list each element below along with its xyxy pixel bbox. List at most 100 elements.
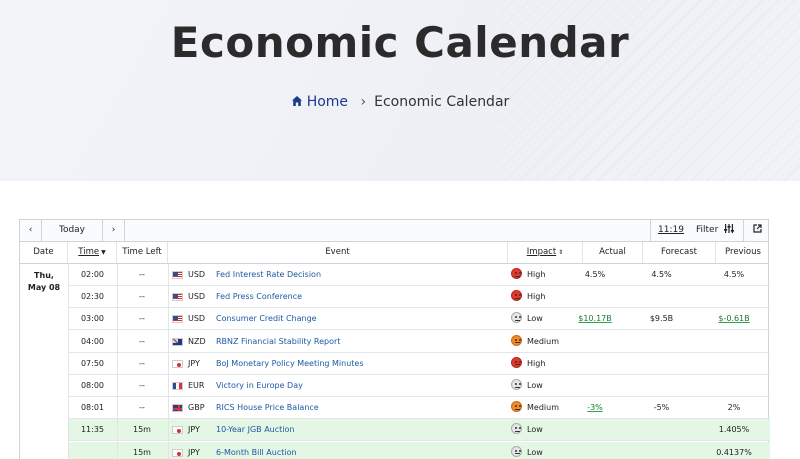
table-row[interactable]: 02:00 -- USD Fed Interest Rate Decision High… bbox=[68, 264, 770, 286]
table-row[interactable]: 07:50 -- JPY BoJ Monetary Policy Meeting Mi… bbox=[68, 353, 770, 375]
event-time: 04:00 bbox=[80, 336, 105, 346]
impact-high-icon bbox=[511, 356, 522, 368]
impact-label: Low bbox=[527, 425, 543, 435]
col-actual: Actual bbox=[583, 242, 643, 263]
previous-value bbox=[698, 353, 770, 375]
impact-indicator: Low bbox=[511, 308, 566, 330]
impact-low-icon bbox=[511, 312, 522, 324]
forecast-value bbox=[625, 331, 698, 353]
table-row[interactable]: 08:00 -- EUR Victory in Europe Day Low bbox=[68, 375, 770, 397]
currency-code: USD bbox=[188, 314, 206, 324]
table-row[interactable]: 02:30 -- USD Fed Press Conference High bbox=[68, 286, 770, 309]
event-link[interactable]: Consumer Credit Change bbox=[216, 308, 508, 330]
flag-icon bbox=[172, 359, 183, 368]
usd-flag-icon bbox=[172, 271, 183, 279]
table-row[interactable]: 11:35 15m JPY 10-Year JGB Auction Low 1.405% bbox=[68, 419, 770, 442]
toolbar-divider bbox=[650, 220, 651, 241]
previous-value bbox=[698, 375, 770, 397]
flag-icon bbox=[172, 448, 183, 457]
currency-code: JPY bbox=[188, 425, 200, 435]
impact-label: High bbox=[527, 270, 546, 279]
impact-indicator: High bbox=[511, 264, 566, 286]
flag-icon bbox=[172, 271, 183, 279]
currency-code: USD bbox=[188, 270, 206, 279]
col-divider bbox=[168, 264, 169, 459]
col-forecast: Forecast bbox=[643, 242, 716, 263]
home-icon bbox=[291, 96, 302, 106]
event-time: 07:50 bbox=[80, 358, 105, 368]
previous-value: 0.4137% bbox=[716, 447, 752, 457]
chevron-right-icon: › bbox=[111, 225, 116, 235]
jpy-flag-icon bbox=[172, 448, 183, 457]
event-link[interactable]: Fed Press Conference bbox=[216, 286, 508, 308]
flag-icon bbox=[172, 315, 183, 324]
col-previous: Previous bbox=[725, 247, 761, 257]
col-impact[interactable]: Impact ⇕ bbox=[508, 242, 583, 263]
actual-value: 4.5% bbox=[584, 270, 606, 279]
actual-value bbox=[565, 353, 625, 375]
table-row[interactable]: 03:00 -- USD Consumer Credit Change Low $10.1… bbox=[68, 308, 770, 331]
flag-icon bbox=[172, 404, 183, 413]
eur-flag-icon bbox=[172, 382, 183, 390]
impact-indicator: High bbox=[511, 353, 566, 375]
prev-day-button[interactable]: ‹ bbox=[20, 220, 42, 241]
usd-flag-icon bbox=[172, 315, 183, 324]
col-time-label: Time bbox=[78, 247, 100, 257]
event-time: 03:00 bbox=[80, 314, 105, 324]
currency-code: USD bbox=[188, 292, 206, 302]
sliders-icon bbox=[724, 224, 735, 233]
breadcrumb-current: Economic Calendar bbox=[374, 94, 510, 110]
sort-toggle-icon: ⇕ bbox=[558, 249, 564, 256]
event-link[interactable]: 6-Month Bill Auction bbox=[216, 442, 508, 459]
filter-button[interactable]: Filter bbox=[696, 220, 735, 241]
date-group: Thu, May 08 bbox=[20, 264, 68, 294]
current-time-button[interactable]: 11:19 bbox=[658, 220, 684, 241]
actual-value bbox=[565, 331, 625, 353]
impact-label: Low bbox=[527, 381, 543, 390]
event-time: 02:00 bbox=[80, 270, 105, 279]
table-row[interactable]: 08:01 -- GBP RICS House Price Balance Medium… bbox=[68, 397, 770, 420]
table-row[interactable]: 15m JPY 6-Month Bill Auction Low 0.4137% bbox=[68, 441, 770, 459]
event-link[interactable]: BoJ Monetary Policy Meeting Minutes bbox=[216, 353, 508, 375]
forecast-value bbox=[625, 286, 698, 308]
actual-value bbox=[565, 286, 625, 308]
impact-indicator: Medium bbox=[511, 397, 566, 419]
impact-low-icon bbox=[511, 445, 522, 457]
event-link[interactable]: 10-Year JGB Auction bbox=[216, 419, 508, 441]
forecast-value: -5% bbox=[653, 403, 670, 413]
table-row[interactable]: 04:00 -- NZD RBNZ Financial Stability Repor… bbox=[68, 331, 770, 353]
gbp-flag-icon bbox=[172, 404, 183, 413]
sort-down-icon: ▼ bbox=[101, 249, 106, 256]
event-link[interactable]: RBNZ Financial Stability Report bbox=[216, 331, 508, 353]
event-time: 02:30 bbox=[80, 292, 105, 302]
next-day-button[interactable]: › bbox=[103, 220, 125, 241]
time-left: -- bbox=[139, 358, 145, 368]
impact-label: Low bbox=[527, 314, 543, 324]
impact-label: Medium bbox=[527, 336, 559, 346]
col-time[interactable]: Time ▼ bbox=[68, 242, 117, 263]
breadcrumb-home-link[interactable]: Home bbox=[291, 94, 353, 110]
previous-value bbox=[698, 286, 770, 308]
forecast-value: $9.5B bbox=[649, 314, 674, 324]
today-button[interactable]: Today bbox=[42, 220, 103, 241]
filter-label: Filter bbox=[696, 225, 719, 235]
event-time: 08:01 bbox=[80, 403, 105, 413]
col-time-left: Time Left bbox=[117, 242, 168, 263]
flag-icon bbox=[172, 293, 183, 302]
impact-high-icon bbox=[511, 268, 522, 279]
external-link-icon bbox=[752, 224, 762, 233]
time-left: -- bbox=[139, 403, 145, 413]
date-value: May 08 bbox=[27, 283, 61, 292]
external-link-button[interactable] bbox=[743, 220, 770, 241]
breadcrumb: Home › Economic Calendar bbox=[0, 94, 800, 110]
actual-value bbox=[565, 442, 625, 459]
event-link[interactable]: Fed Interest Rate Decision bbox=[216, 264, 508, 286]
event-link[interactable]: Victory in Europe Day bbox=[216, 375, 508, 397]
event-link[interactable]: RICS House Price Balance bbox=[216, 397, 508, 419]
breadcrumb-home-label: Home bbox=[306, 94, 349, 110]
chevron-left-icon: ‹ bbox=[28, 225, 33, 235]
col-event: Event bbox=[168, 242, 508, 263]
impact-indicator: Low bbox=[511, 375, 566, 397]
time-left: -- bbox=[139, 336, 145, 346]
impact-indicator: Medium bbox=[511, 331, 566, 353]
